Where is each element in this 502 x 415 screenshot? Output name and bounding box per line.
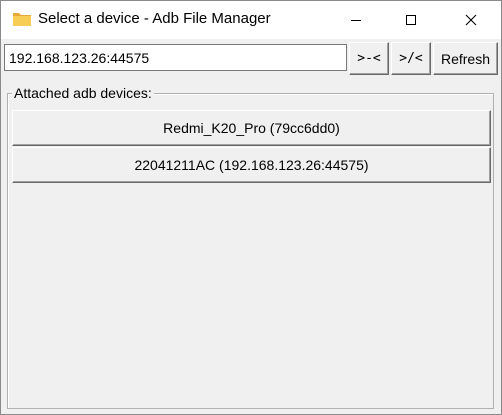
folder-icon: [12, 11, 32, 27]
device-address-input[interactable]: [4, 44, 347, 71]
close-button[interactable]: [448, 1, 494, 39]
close-icon: [465, 14, 477, 26]
maximize-icon: [406, 15, 416, 25]
minimize-icon: [351, 20, 361, 21]
device-button-22041211ac[interactable]: 22041211AC (192.168.123.26:44575): [12, 147, 491, 183]
devices-group-label: Attached adb devices:: [12, 85, 154, 101]
device-button-redmi[interactable]: Redmi_K20_Pro (79cc6dd0): [12, 110, 491, 146]
title-bar[interactable]: Select a device - Adb File Manager: [1, 1, 501, 39]
refresh-button[interactable]: Refresh: [433, 42, 498, 75]
maximize-button[interactable]: [388, 1, 434, 39]
connect-button[interactable]: >-<: [349, 42, 389, 75]
minimize-button[interactable]: [333, 1, 379, 39]
app-window: Select a device - Adb File Manager >-< >…: [0, 0, 502, 415]
window-title: Select a device - Adb File Manager: [38, 10, 271, 27]
disconnect-button[interactable]: >/<: [391, 42, 431, 75]
